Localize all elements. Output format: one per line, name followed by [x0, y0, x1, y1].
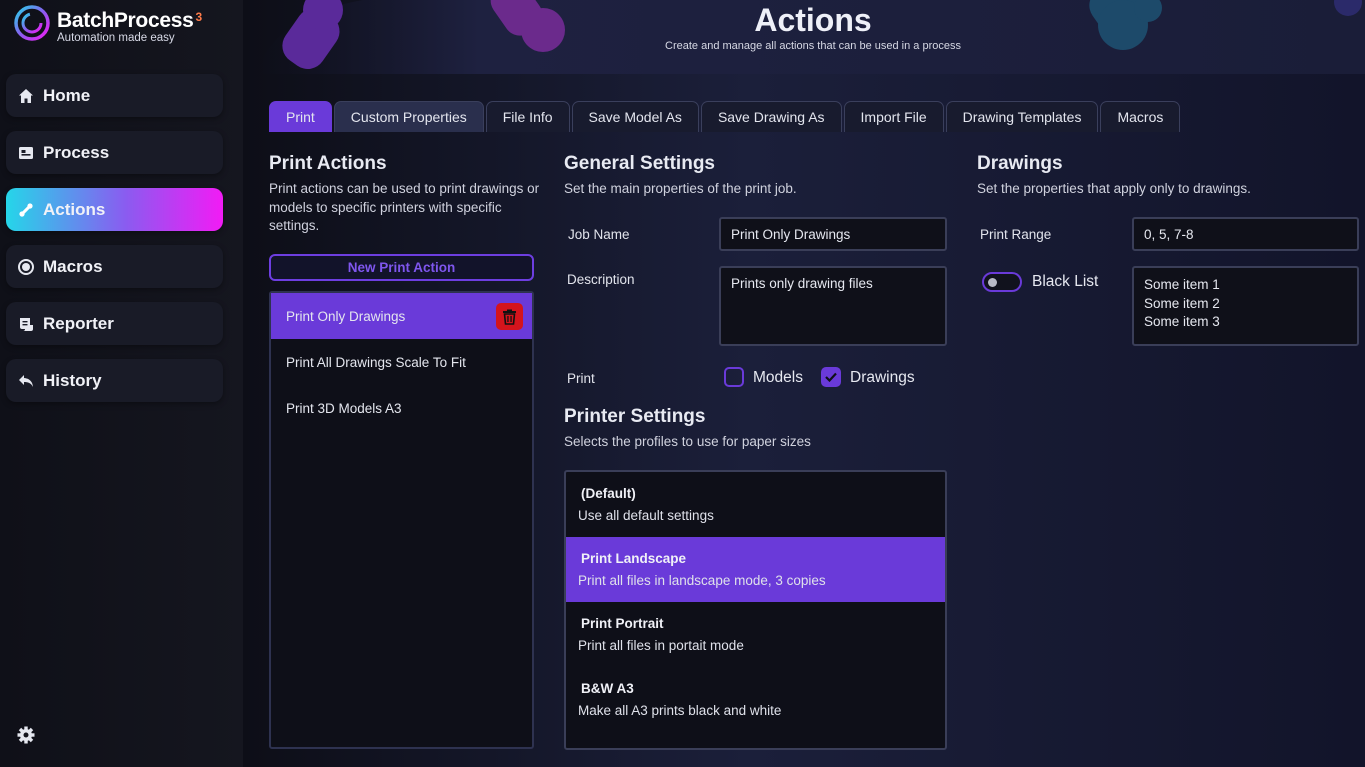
- macros-icon: [16, 257, 36, 277]
- tab-import-file[interactable]: Import File: [843, 101, 944, 132]
- page-title: Actions: [754, 2, 872, 38]
- sidebar-item-home[interactable]: Home: [6, 74, 223, 117]
- print-actions-title: Print Actions: [269, 153, 387, 174]
- print-label: Print: [567, 371, 595, 386]
- actions-icon: [16, 200, 36, 220]
- sidebar-item-label: Home: [43, 85, 91, 105]
- sidebar-item-label: Macros: [43, 256, 103, 276]
- models-label: Models: [753, 369, 803, 386]
- tab-print[interactable]: Print: [269, 101, 332, 132]
- black-list-item: Some item 3: [1144, 314, 1220, 329]
- drawings-checkbox[interactable]: [821, 367, 841, 387]
- drawings-title: Drawings: [977, 153, 1063, 174]
- main-panel: Actions Create and manage all actions th…: [243, 0, 1365, 767]
- printer-settings-description: Selects the profiles to use for paper si…: [564, 434, 811, 449]
- profile-description: Print all files in landscape mode, 3 cop…: [578, 573, 826, 588]
- print-actions-list: Print Only Drawings Print All Drawings S…: [269, 291, 534, 749]
- tab-save-drawing-as[interactable]: Save Drawing As: [700, 101, 842, 132]
- new-print-action-button[interactable]: New Print Action: [269, 254, 534, 281]
- profile-description: Make all A3 prints black and white: [578, 703, 782, 718]
- profile-description: Print all files in portait mode: [578, 638, 744, 653]
- list-item[interactable]: Print 3D Models A3: [271, 385, 532, 431]
- sidebar-item-label: Process: [43, 142, 110, 162]
- general-settings-description: Set the main properties of the print job…: [564, 181, 797, 196]
- checkmark-icon: [825, 372, 837, 382]
- sidebar-item-label: Reporter: [43, 313, 114, 333]
- list-item[interactable]: Print Portrait Print all files in portai…: [566, 602, 945, 667]
- tab-file-info[interactable]: File Info: [485, 101, 570, 132]
- tab-macros[interactable]: Macros: [1100, 101, 1181, 132]
- profile-name: B&W A3: [581, 681, 634, 696]
- list-item[interactable]: (Default) Use all default settings: [566, 472, 945, 537]
- sidebar-item-label: Actions: [43, 199, 106, 219]
- app-logo: BatchProcess 3 Automation made easy: [13, 4, 202, 48]
- sidebar-item-macros[interactable]: Macros: [6, 245, 223, 288]
- description-field[interactable]: Prints only drawing files: [719, 266, 947, 346]
- job-name-field[interactable]: [719, 217, 947, 251]
- drawings-description: Set the properties that apply only to dr…: [977, 181, 1251, 196]
- delete-button[interactable]: [496, 303, 523, 330]
- sidebar-item-reporter[interactable]: Reporter: [6, 302, 223, 345]
- page-subtitle: Create and manage all actions that can b…: [665, 40, 961, 52]
- print-range-field[interactable]: [1132, 217, 1359, 251]
- black-list-item: Some item 1: [1144, 277, 1220, 292]
- list-item[interactable]: Print Landscape Print all files in lands…: [566, 537, 945, 602]
- black-list-item: Some item 2: [1144, 295, 1220, 311]
- black-list-field[interactable]: Some item 1 Some item 2 Some item 3: [1132, 266, 1359, 346]
- black-list-toggle[interactable]: [982, 272, 1022, 292]
- trash-icon: [503, 309, 516, 325]
- tab-bar: Print Custom Properties File Info Save M…: [269, 101, 1182, 132]
- profile-name: (Default): [581, 486, 636, 501]
- profile-name: Print Portrait: [581, 616, 664, 631]
- toggle-knob: [988, 278, 997, 287]
- sidebar-item-actions[interactable]: Actions: [6, 188, 223, 231]
- list-item-label: Print 3D Models A3: [286, 400, 402, 416]
- models-checkbox[interactable]: [724, 367, 744, 387]
- sidebar: BatchProcess 3 Automation made easy Home …: [0, 0, 243, 767]
- print-range-label: Print Range: [980, 227, 1052, 242]
- home-icon: [16, 86, 36, 106]
- reporter-icon: [16, 314, 36, 334]
- logo-icon: [13, 4, 51, 42]
- description-label: Description: [567, 272, 635, 287]
- printer-profiles-list: (Default) Use all default settings Print…: [564, 470, 947, 750]
- job-name-label: Job Name: [568, 227, 630, 242]
- print-actions-description: Print actions can be used to print drawi…: [269, 181, 540, 233]
- printer-settings-title: Printer Settings: [564, 406, 706, 427]
- app-name: BatchProcess: [57, 9, 194, 32]
- black-list-label: Black List: [1032, 273, 1099, 290]
- list-item[interactable]: Print All Drawings Scale To Fit: [271, 339, 532, 385]
- profile-name: Print Landscape: [581, 551, 687, 566]
- sidebar-item-label: History: [43, 370, 102, 390]
- tab-custom-properties[interactable]: Custom Properties: [333, 101, 484, 132]
- tab-save-model-as[interactable]: Save Model As: [571, 101, 699, 132]
- drawings-label: Drawings: [850, 369, 915, 386]
- profile-description: Use all default settings: [578, 508, 714, 523]
- gear-icon[interactable]: [16, 725, 36, 745]
- list-item-label: Print Only Drawings: [286, 308, 406, 324]
- sidebar-item-history[interactable]: History: [6, 359, 223, 402]
- tab-drawing-templates[interactable]: Drawing Templates: [945, 101, 1099, 132]
- list-item[interactable]: B&W A3 Make all A3 prints black and whit…: [566, 667, 945, 732]
- history-icon: [16, 371, 36, 391]
- general-settings-title: General Settings: [564, 153, 715, 174]
- app-version-mark: 3: [195, 10, 202, 24]
- process-icon: [16, 143, 36, 163]
- list-item-label: Print All Drawings Scale To Fit: [286, 354, 466, 370]
- list-item[interactable]: Print Only Drawings: [271, 293, 532, 339]
- sidebar-item-process[interactable]: Process: [6, 131, 223, 174]
